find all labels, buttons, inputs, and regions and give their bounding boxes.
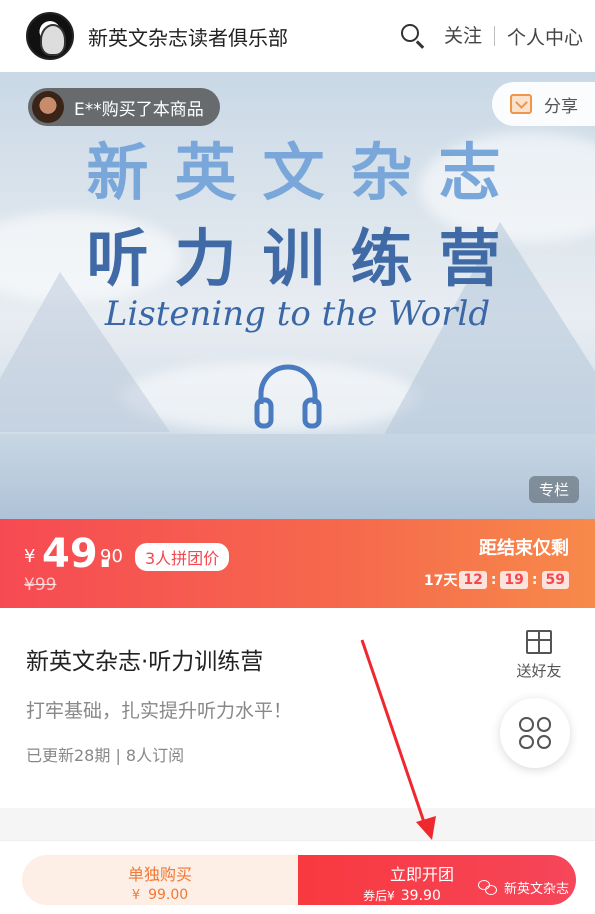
product-meta: 已更新28期 | 8人订阅 (26, 746, 185, 765)
gift-label: 送好友 (516, 662, 562, 680)
wechat-icon (478, 879, 498, 896)
price-band: ¥ 49. 90 3人拼团价 ¥99 距结束仅剩 17天 12 : 19 : 5… (0, 519, 595, 608)
countdown-timer: 17天 12 : 19 : 59 (424, 570, 571, 590)
product-info: 新英文杂志·听力训练营 打牢基础，扎实提升听力水平！ 已更新28期 | 8人订阅… (0, 608, 595, 808)
follow-button[interactable]: 关注 (444, 26, 495, 46)
gift-to-friend-button[interactable]: 送好友 (512, 630, 566, 681)
banner-title-line1: 新英文杂志 (86, 136, 527, 209)
buy-alone-label: 单独购买 (127, 865, 192, 884)
store-avatar[interactable] (26, 12, 74, 60)
share-icon (510, 94, 532, 114)
buy-alone-button[interactable]: 单独购买 ¥99.00 (22, 855, 298, 905)
price-decimal: 90 (100, 546, 123, 567)
store-name[interactable]: 新英文杂志读者俱乐部 (88, 22, 398, 51)
recent-buyer-notice: E**购买了本商品 (28, 88, 220, 126)
watermark: 新英文杂志 (478, 878, 569, 897)
product-title: 新英文杂志·听力训练营 (26, 649, 264, 675)
countdown-days: 17天 (423, 573, 458, 589)
price-currency: ¥ (24, 546, 36, 567)
group-price-prefix: 券后¥ (363, 889, 395, 903)
product-description: 打牢基础，扎实提升听力水平！ (26, 700, 293, 722)
buy-alone-price: 99.00 (148, 887, 189, 903)
app-header: 新英文杂志读者俱乐部 关注 个人中心 (0, 0, 595, 72)
buyer-notice-text: E**购买了本商品 (74, 99, 204, 120)
buyer-avatar (32, 91, 64, 123)
group-price-tag: 3人拼团价 (135, 543, 230, 571)
countdown-label: 距结束仅剩 (479, 538, 569, 559)
countdown-hours: 12 (459, 571, 487, 589)
headphone-icon (254, 364, 322, 429)
banner-subtitle: Listening to the World (104, 294, 491, 334)
countdown-minutes: 19 (500, 571, 528, 589)
banner-title-line2: 听力训练营 (86, 222, 527, 295)
gift-icon (526, 630, 552, 654)
group-price-value: 39.90 (400, 888, 441, 904)
countdown-separator: : (490, 572, 497, 588)
bottom-action-bar: 单独购买 ¥99.00 立即开团 券后¥ 39.90 (0, 840, 595, 914)
floating-menu-button[interactable] (500, 698, 570, 768)
column-tag: 专栏 (528, 476, 579, 503)
countdown-separator: : (531, 572, 538, 588)
personal-center-link[interactable]: 个人中心 (495, 23, 583, 50)
original-price: ¥99 (24, 575, 57, 595)
share-label: 分享 (544, 96, 578, 117)
clover-icon (519, 717, 551, 749)
search-icon[interactable] (398, 21, 428, 51)
countdown-seconds: 59 (541, 571, 569, 589)
watermark-text: 新英文杂志 (504, 882, 570, 897)
buy-alone-currency: ¥ (131, 888, 141, 903)
share-button[interactable]: 分享 (492, 82, 595, 126)
product-banner: 新英文杂志 听力训练营 Listening to the World (0, 72, 595, 519)
